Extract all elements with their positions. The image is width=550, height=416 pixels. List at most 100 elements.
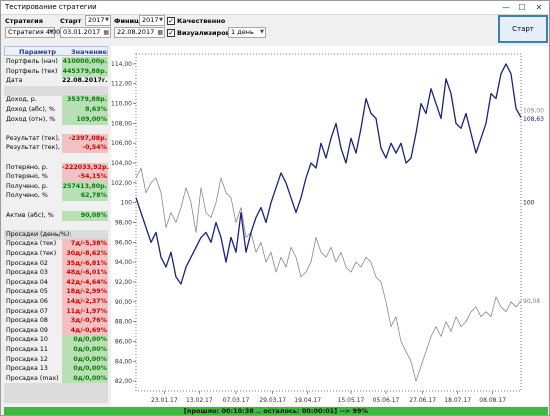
- start-year-select[interactable]: 2017 ▼: [85, 15, 111, 26]
- quality-checkbox[interactable]: ✓: [167, 17, 175, 25]
- minimize-button[interactable]: —: [499, 2, 513, 13]
- start-date-field[interactable]: 03.01.2017 ▦: [60, 27, 111, 38]
- param-name: Просадка 13: [6, 365, 48, 373]
- y-tick-label: 102,00: [111, 180, 132, 187]
- table-row: Просадка 04 42д/-4,64%: [4, 277, 108, 288]
- table-row: Просадки (день/%):: [4, 229, 108, 240]
- y-tick-label: 112,00: [111, 81, 132, 88]
- param-value: [62, 220, 108, 230]
- param-value: 4д/-0,69%: [62, 325, 108, 336]
- table-row: Просадка 03 48д/-6,01%: [4, 268, 108, 279]
- x-tick-label: 29.03.17: [259, 397, 286, 404]
- y-tick-label: 108,00: [111, 120, 132, 127]
- finish-label: Финиш: [114, 17, 141, 25]
- param-value: [62, 124, 108, 134]
- param-value: 48д/-6,01%: [62, 268, 108, 279]
- strategy-select[interactable]: Стратегия 4.00 ▼: [5, 27, 60, 38]
- table-row: Дата 22.08.2017г.: [4, 76, 108, 86]
- finish-date-field[interactable]: 22.08.2017 ▦: [114, 27, 165, 38]
- param-value: [62, 383, 108, 393]
- table-row: Потеряно, р. -222033,92р.: [4, 162, 109, 173]
- param-name: Доход, р.: [6, 96, 37, 104]
- table-row: Доход (абс), % 8,63%: [4, 105, 108, 115]
- table-row: Просадка 07 11д/-1,97%: [4, 306, 108, 317]
- right-value-label: 109,00: [523, 107, 544, 114]
- param-value: 14д/-2,37%: [62, 297, 108, 307]
- start-date-value: 03.01.2017: [63, 28, 101, 36]
- param-value: 22.08.2017г.: [62, 77, 108, 85]
- param-value: 7д/-5,38%: [62, 239, 108, 250]
- strategy-test-window: Тестирование стратегии — ☐ ✕ Стратегия С…: [0, 0, 550, 416]
- visualize-period-value: 1 день: [231, 28, 254, 36]
- chevron-down-icon: ▼: [49, 29, 53, 35]
- table-row: Получено, р. 257413,80р.: [4, 181, 108, 192]
- param-name: Просадка 02: [6, 259, 48, 267]
- calendar-icon: ▦: [157, 29, 163, 36]
- equity-chart: 82,00 84,00 86,00 88,00 90,00 92,00 94,00 96,00…: [111, 46, 548, 406]
- param-value: 0д/0,00%: [62, 373, 108, 384]
- close-button[interactable]: ✕: [532, 2, 546, 13]
- param-value: 0д/0,00%: [62, 354, 108, 365]
- param-value: 445379,88р.: [62, 66, 108, 77]
- right-value-label: 90,08: [523, 298, 540, 305]
- value-column-header: Значение: [71, 48, 107, 56]
- y-tick-label: 84,00: [115, 358, 132, 365]
- strategy-label: Стратегия: [5, 17, 43, 25]
- param-value: 62,78%: [62, 191, 108, 202]
- chevron-down-icon: ▼: [260, 29, 264, 35]
- param-name: Просадка (тек): [6, 250, 57, 257]
- table-row: Просадка 06 14д/-2,37%: [4, 297, 108, 307]
- finish-year-select[interactable]: 2017 ▼: [139, 15, 165, 26]
- right-value-label: 100: [523, 200, 535, 207]
- table-row: Портфель (тек) 445379,88р.: [4, 66, 108, 77]
- table-row: Просадка 12 0д/0,00%: [4, 354, 108, 365]
- x-tick-label: 18.07.17: [444, 397, 471, 404]
- y-tick-label: 114,00: [111, 61, 132, 68]
- param-name: Получено, р.: [6, 182, 48, 190]
- y-tick-label: 82,00: [115, 378, 132, 385]
- param-value: -54,15%: [62, 172, 108, 183]
- table-row: Просадка (тек) 30д/-8,62%: [4, 249, 108, 259]
- param-value: -222033,92р.: [62, 162, 109, 173]
- param-value: 18д/-2,99%: [62, 287, 108, 298]
- y-tick-label: 90,00: [115, 299, 132, 306]
- y-tick-label: 106,00: [111, 140, 132, 147]
- param-name: Просадка (тек): [6, 240, 57, 248]
- param-name: Портфель (тек): [6, 67, 58, 75]
- quality-label: Качественно: [177, 17, 226, 25]
- visualize-period-select[interactable]: 1 день ▼: [228, 27, 266, 38]
- param-value: 42д/-4,64%: [62, 277, 108, 288]
- param-name: Просадка 06: [6, 298, 48, 305]
- param-name: Просадка 10: [6, 336, 48, 344]
- maximize-button[interactable]: ☐: [515, 2, 529, 13]
- start-button[interactable]: Старт: [498, 15, 548, 43]
- table-row: Доход, р. 35379,88р.: [4, 95, 108, 106]
- x-tick-label: 19.04.17: [294, 397, 321, 404]
- check-icon: ✓: [168, 29, 174, 37]
- param-name: Потеряно, %: [6, 173, 48, 181]
- param-value: 410000,00р.: [62, 57, 108, 67]
- start-year-value: 2017: [88, 16, 105, 24]
- param-column-header: Параметр: [19, 48, 57, 56]
- param-name: Просадка 11: [6, 346, 48, 353]
- visualize-checkbox[interactable]: ✓: [167, 29, 175, 37]
- table-row: Потеряно, % -54,15%: [4, 172, 108, 183]
- table-row: Просадка 10 0д/0,00%: [4, 335, 108, 346]
- param-value: 0д/0,00%: [62, 364, 108, 375]
- table-row: Получено, % 62,78%: [4, 191, 108, 202]
- table-row: Просадка 05 18д/-2,99%: [4, 287, 108, 298]
- table-row: [4, 393, 108, 403]
- start-label: Старт: [60, 17, 82, 25]
- table-row: Просадка 13 0д/0,00%: [4, 364, 108, 375]
- param-name: Просадка 04: [6, 278, 48, 286]
- chart-svg: 82,00 84,00 86,00 88,00 90,00 92,00 94,00 96,00…: [111, 53, 544, 404]
- param-name: Просадка (max): [6, 374, 59, 382]
- param-value: 0д/0,00%: [62, 335, 108, 346]
- chevron-down-icon: ▼: [105, 17, 109, 23]
- chevron-down-icon: ▼: [159, 17, 163, 23]
- param-value: 257413,80р.: [62, 181, 108, 192]
- table-row: [4, 383, 108, 394]
- x-tick-label: 27.06.17: [409, 397, 436, 404]
- param-value: 109,00%: [62, 114, 108, 125]
- param-name: Просадка 12: [6, 355, 48, 363]
